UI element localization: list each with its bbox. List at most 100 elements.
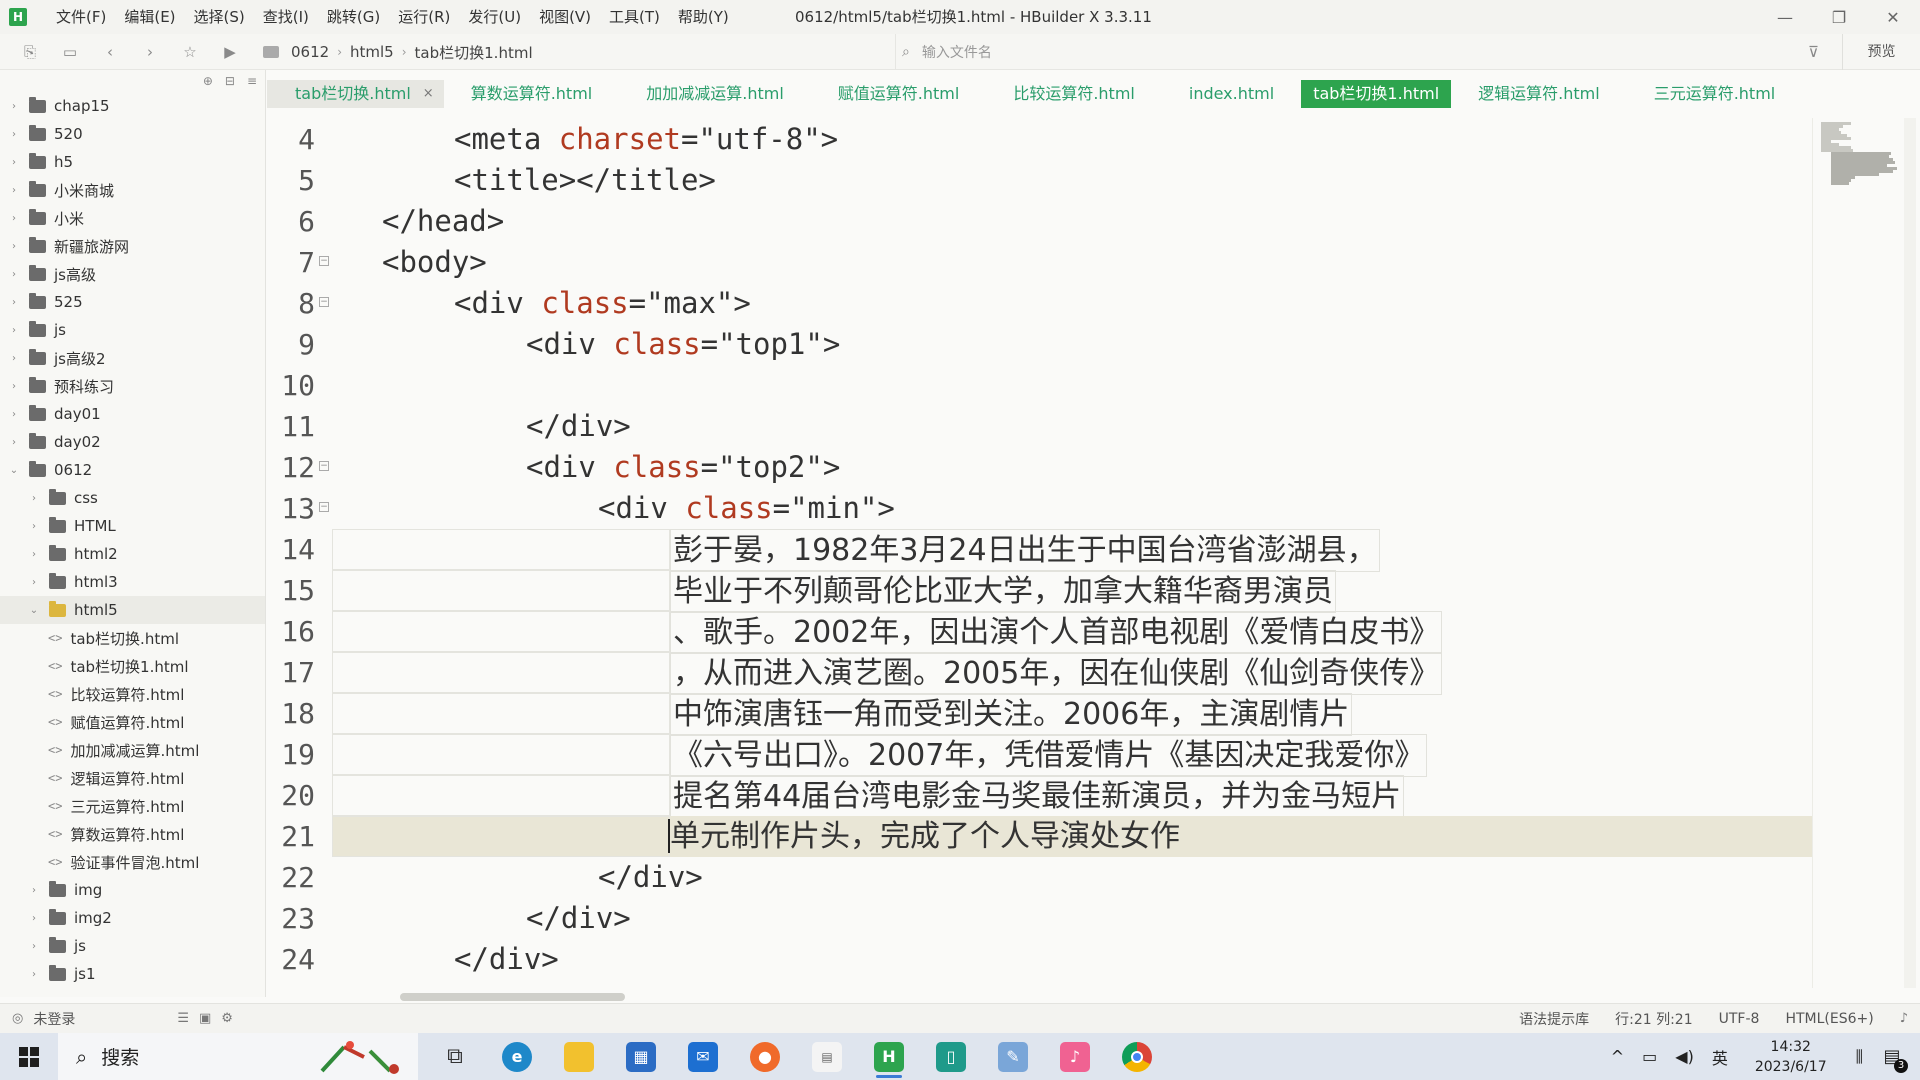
chevron-right-icon[interactable]: › [8, 437, 20, 448]
breadcrumb-item[interactable]: 0612 [291, 43, 329, 61]
tree-file[interactable]: <> 加加减减运算.html [0, 736, 265, 764]
chevron-up-icon[interactable]: ^ [1611, 1047, 1624, 1066]
editor-tab[interactable]: 算数运算符.html [444, 80, 620, 108]
tree-folder[interactable]: ⌄ 0612 [0, 456, 265, 484]
minimap[interactable] [1812, 118, 1902, 988]
chevron-right-icon[interactable]: › [28, 521, 40, 532]
chevron-right-icon[interactable]: › [8, 269, 20, 280]
tree-folder[interactable]: › chap15 [0, 92, 265, 120]
menu-item[interactable]: 发行(U) [459, 0, 530, 34]
tree-folder[interactable]: › js高级 [0, 260, 265, 288]
editor-tab[interactable]: 加加减减运算.html [619, 80, 811, 108]
menu-item[interactable]: 选择(S) [185, 0, 254, 34]
back-icon[interactable]: ‹ [100, 42, 120, 62]
file-explorer-icon[interactable] [548, 1033, 610, 1080]
bell-icon[interactable]: ♪ [1900, 1011, 1908, 1026]
tree-folder[interactable]: › html2 [0, 540, 265, 568]
menu-item[interactable]: 文件(F) [47, 0, 115, 34]
paint-icon[interactable]: ✎ [982, 1033, 1044, 1080]
menu-item[interactable]: 工具(T) [600, 0, 669, 34]
chevron-right-icon[interactable]: › [8, 101, 20, 112]
chevron-right-icon[interactable]: › [8, 381, 20, 392]
chevron-right-icon[interactable]: › [8, 213, 20, 224]
terminal-icon[interactable]: ▣ [199, 1011, 211, 1026]
menu-item[interactable]: 跳转(G) [318, 0, 389, 34]
chevron-right-icon[interactable]: › [28, 493, 40, 504]
sound-bars-icon[interactable]: ⫼ [1856, 1047, 1863, 1067]
taskbar-search[interactable]: ⌕ 搜索 [58, 1033, 418, 1080]
horizontal-scrollbar[interactable] [400, 993, 625, 1001]
editor-tab[interactable]: tab栏切换.html × [267, 80, 444, 108]
tree-folder[interactable]: › 预科练习 [0, 372, 265, 400]
hbuilderx-taskbar-icon[interactable]: H [858, 1033, 920, 1080]
filter-icon[interactable]: ⊽ [1808, 43, 1819, 61]
tree-folder[interactable]: › 小米 [0, 204, 265, 232]
menu-item[interactable]: 运行(R) [389, 0, 459, 34]
tree-folder[interactable]: › css [0, 484, 265, 512]
chevron-right-icon[interactable]: › [28, 941, 40, 952]
list-icon[interactable]: ☰ [177, 1011, 189, 1026]
chevron-right-icon[interactable]: › [8, 129, 20, 140]
tree-file[interactable]: <> 比较运算符.html [0, 680, 265, 708]
tree-file[interactable]: <> 赋值运算符.html [0, 708, 265, 736]
chevron-right-icon[interactable]: › [8, 297, 20, 308]
tree-file[interactable]: <> tab栏切换1.html [0, 652, 265, 680]
fold-toggle-icon[interactable]: − [319, 502, 329, 512]
collapse-all-icon[interactable]: ⊟ [225, 74, 235, 88]
chevron-right-icon[interactable]: › [28, 549, 40, 560]
fold-toggle-icon[interactable]: − [319, 297, 329, 307]
tree-folder[interactable]: › html3 [0, 568, 265, 596]
menu-item[interactable]: 编辑(E) [115, 0, 184, 34]
tree-folder[interactable]: ⌄ html5 [0, 596, 265, 624]
file-search-input[interactable]: ⌕ 输入文件名 [895, 34, 1815, 70]
code-editor[interactable]: 4 <meta charset="utf-8"> 5 <title></title> 6… [267, 118, 1812, 988]
tree-folder[interactable]: › day02 [0, 428, 265, 456]
chevron-right-icon[interactable]: › [8, 157, 20, 168]
chevron-right-icon[interactable]: › [28, 913, 40, 924]
menu-item[interactable]: 查找(I) [254, 0, 318, 34]
plugin-icon[interactable]: ⚙ [221, 1011, 233, 1026]
encoding[interactable]: UTF-8 [1719, 1011, 1760, 1027]
editor-tab[interactable]: 赋值运算符.html [811, 80, 987, 108]
breadcrumb-item[interactable]: tab栏切换1.html [415, 42, 533, 63]
editor-tab[interactable]: tab栏切换1.html [1301, 80, 1452, 108]
locate-icon[interactable]: ⊕ [203, 74, 213, 88]
chevron-right-icon[interactable]: › [8, 353, 20, 364]
ime-indicator[interactable]: 英 [1712, 1045, 1728, 1069]
tree-file[interactable]: <> 验证事件冒泡.html [0, 848, 265, 876]
tree-folder[interactable]: › js高级2 [0, 344, 265, 372]
language-mode[interactable]: HTML(ES6+) [1785, 1011, 1873, 1027]
tree-folder[interactable]: › HTML [0, 512, 265, 540]
preview-button[interactable]: 预览 [1842, 34, 1920, 70]
tree-folder[interactable]: › 新疆旅游网 [0, 232, 265, 260]
tree-folder[interactable]: › js1 [0, 960, 265, 988]
start-button[interactable] [0, 1033, 58, 1080]
mail-icon[interactable]: ✉ [672, 1033, 734, 1080]
menu-item[interactable]: 帮助(Y) [669, 0, 738, 34]
tree-file[interactable]: <> 逻辑运算符.html [0, 764, 265, 792]
notepad-app-icon[interactable]: ▯ [920, 1033, 982, 1080]
chevron-right-icon[interactable]: › [8, 325, 20, 336]
minimize-icon[interactable]: — [1758, 0, 1812, 34]
firefox-icon[interactable]: ● [734, 1033, 796, 1080]
tree-folder[interactable]: › day01 [0, 400, 265, 428]
chevron-right-icon[interactable]: › [28, 885, 40, 896]
chevron-down-icon[interactable]: ⌄ [8, 465, 20, 476]
chevron-right-icon[interactable]: › [8, 409, 20, 420]
run-icon[interactable]: ▶ [220, 42, 240, 62]
editor-tab[interactable]: 三元运算符.html [1627, 80, 1803, 108]
close-icon[interactable]: ✕ [1866, 0, 1920, 34]
login-status[interactable]: 未登录 [33, 1009, 75, 1029]
chevron-right-icon[interactable]: › [8, 241, 20, 252]
tree-file[interactable]: <> tab栏切换.html [0, 624, 265, 652]
editor-tab[interactable]: 比较运算符.html [986, 80, 1162, 108]
notification-center-icon[interactable]: ▤ 3 [1872, 1046, 1912, 1073]
store-icon[interactable]: ▦ [610, 1033, 672, 1080]
fold-toggle-icon[interactable]: − [319, 256, 329, 266]
close-tab-icon[interactable]: × [423, 80, 434, 108]
chrome-icon[interactable] [1106, 1033, 1168, 1080]
volume-icon[interactable]: ◀) [1675, 1047, 1694, 1066]
tree-folder[interactable]: › 520 [0, 120, 265, 148]
save-icon[interactable]: ▭ [60, 42, 80, 62]
tree-folder[interactable]: › 525 [0, 288, 265, 316]
